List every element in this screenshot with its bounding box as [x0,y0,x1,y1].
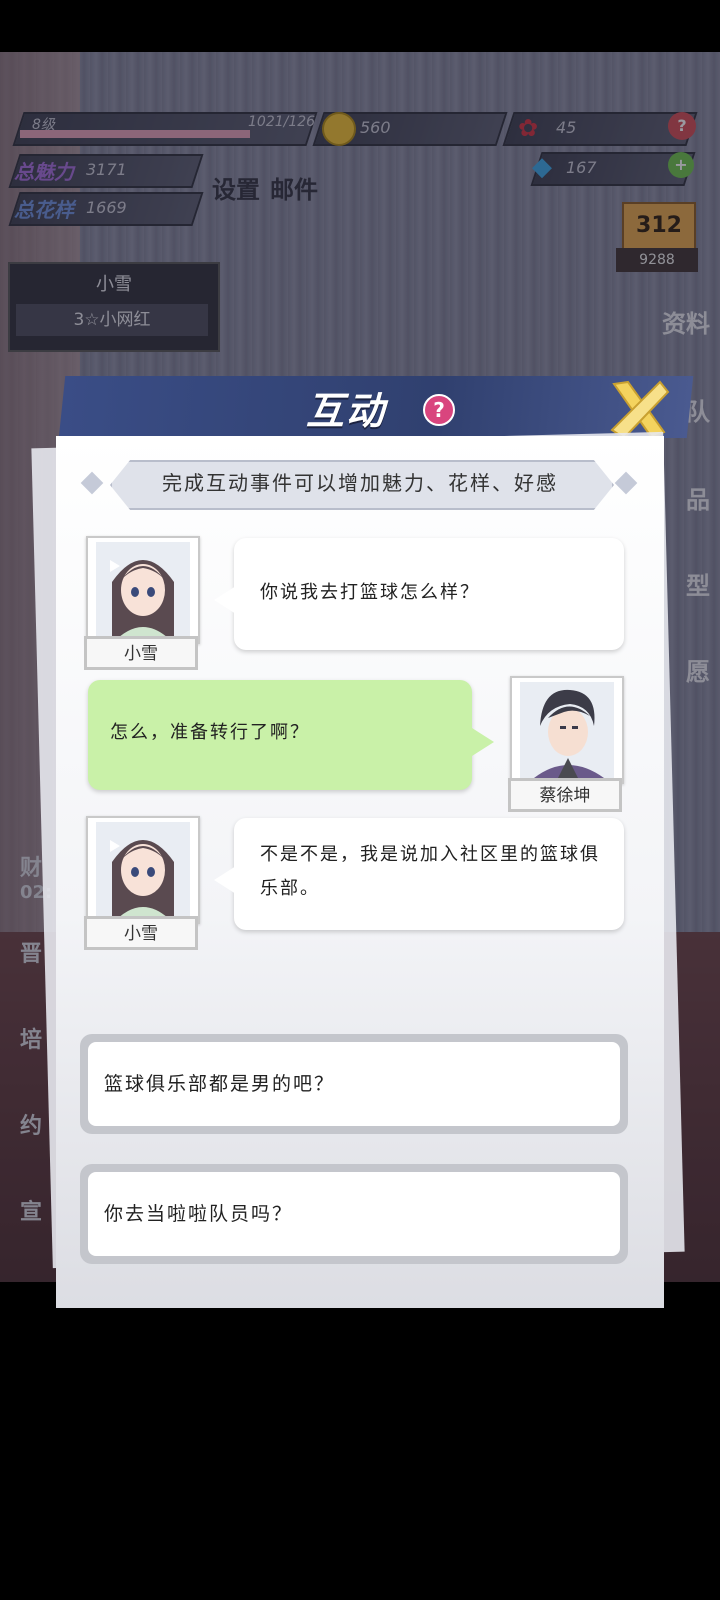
speaker-name: 小雪 [84,636,198,670]
message-bubble-player: 怎么，准备转行了啊？ [88,680,472,790]
speaker-name: 蔡徐坤 [508,778,622,812]
avatar-xiaoxue [86,536,200,644]
avatar-caixukun [510,676,624,784]
help-icon[interactable]: ? [423,394,455,426]
message-text: 你说我去打篮球怎么样？ [260,582,480,603]
choice-text[interactable]: 篮球俱乐部都是男的吧？ [88,1042,620,1126]
message-text: 不是不是，我是说加入社区里的篮球俱乐部。 [260,844,600,899]
message-bubble: 不是不是，我是说加入社区里的篮球俱乐部。 [234,818,624,930]
choice-option-1[interactable]: 篮球俱乐部都是男的吧？ [80,1034,628,1134]
bubble-tail [214,866,236,894]
choice-option-2[interactable]: 你去当啦啦队员吗？ [80,1164,628,1264]
dialog-subtitle: 完成互动事件可以增加魅力、花样、好感 [162,471,558,495]
choice-text[interactable]: 你去当啦啦队员吗？ [88,1172,620,1256]
avatar-xiaoxue [86,816,200,924]
bubble-tail [472,728,494,756]
dialog-title: 互动 [306,389,387,433]
message-text: 怎么，准备转行了啊？ [110,722,310,743]
speaker-name: 小雪 [84,916,198,950]
message-bubble: 你说我去打篮球怎么样？ [234,538,624,650]
bubble-tail [214,586,236,614]
